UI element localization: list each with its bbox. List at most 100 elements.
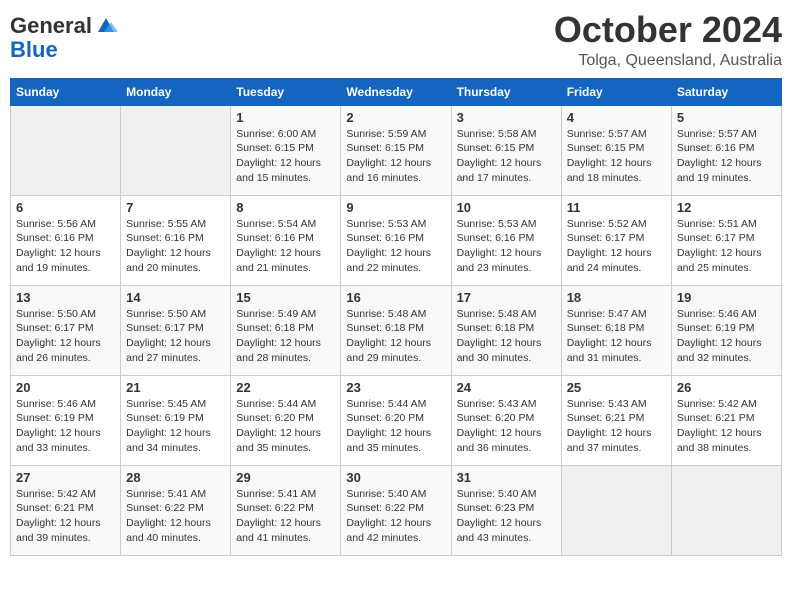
title-block: October 2024 Tolga, Queensland, Australi… [554, 10, 782, 70]
logo-general-text: General [10, 14, 92, 38]
day-info: Sunrise: 5:51 AMSunset: 6:17 PMDaylight:… [677, 217, 776, 276]
day-info: Sunrise: 5:55 AMSunset: 6:16 PMDaylight:… [126, 217, 225, 276]
calendar-cell: 21 Sunrise: 5:45 AMSunset: 6:19 PMDayligh… [121, 375, 231, 465]
calendar-cell: 23 Sunrise: 5:44 AMSunset: 6:20 PMDayligh… [341, 375, 451, 465]
day-number: 11 [567, 200, 666, 215]
day-info: Sunrise: 5:43 AMSunset: 6:21 PMDaylight:… [567, 397, 666, 456]
weekday-header: Saturday [671, 78, 781, 105]
day-info: Sunrise: 5:53 AMSunset: 6:16 PMDaylight:… [457, 217, 556, 276]
day-number: 2 [346, 110, 445, 125]
calendar-cell: 1 Sunrise: 6:00 AMSunset: 6:15 PMDaylight… [231, 105, 341, 195]
calendar-cell: 24Sunrise: 5:43 AMSunset: 6:20 PMDayligh… [451, 375, 561, 465]
calendar-cell: 15Sunrise: 5:49 AMSunset: 6:18 PMDayligh… [231, 285, 341, 375]
day-info: Sunrise: 5:44 AMSunset: 6:20 PMDaylight:… [236, 397, 335, 456]
calendar-cell: 31 Sunrise: 5:40 AMSunset: 6:23 PMDayligh… [451, 465, 561, 555]
day-info: Sunrise: 5:46 AMSunset: 6:19 PMDaylight:… [677, 307, 776, 366]
day-info: Sunrise: 5:52 AMSunset: 6:17 PMDaylight:… [567, 217, 666, 276]
calendar-week-row: 13Sunrise: 5:50 AMSunset: 6:17 PMDayligh… [11, 285, 782, 375]
day-number: 26 [677, 380, 776, 395]
weekday-header: Thursday [451, 78, 561, 105]
day-info: Sunrise: 5:48 AMSunset: 6:18 PMDaylight:… [346, 307, 445, 366]
calendar-cell: 13Sunrise: 5:50 AMSunset: 6:17 PMDayligh… [11, 285, 121, 375]
calendar-cell: 2 Sunrise: 5:59 AMSunset: 6:15 PMDaylight… [341, 105, 451, 195]
day-info: Sunrise: 5:54 AMSunset: 6:16 PMDaylight:… [236, 217, 335, 276]
calendar-cell: 29 Sunrise: 5:41 AMSunset: 6:22 PMDayligh… [231, 465, 341, 555]
day-number: 23 [346, 380, 445, 395]
calendar-cell: 28 Sunrise: 5:41 AMSunset: 6:22 PMDayligh… [121, 465, 231, 555]
weekday-header: Friday [561, 78, 671, 105]
day-info: Sunrise: 5:41 AMSunset: 6:22 PMDaylight:… [236, 487, 335, 546]
calendar-cell: 25 Sunrise: 5:43 AMSunset: 6:21 PMDayligh… [561, 375, 671, 465]
day-number: 25 [567, 380, 666, 395]
calendar-week-row: 20 Sunrise: 5:46 AMSunset: 6:19 PMDayligh… [11, 375, 782, 465]
day-number: 29 [236, 470, 335, 485]
calendar-cell [121, 105, 231, 195]
day-info: Sunrise: 6:00 AMSunset: 6:15 PMDaylight:… [236, 127, 335, 186]
calendar-cell [11, 105, 121, 195]
calendar-cell: 8 Sunrise: 5:54 AMSunset: 6:16 PMDaylight… [231, 195, 341, 285]
day-info: Sunrise: 5:57 AMSunset: 6:16 PMDaylight:… [677, 127, 776, 186]
day-info: Sunrise: 5:50 AMSunset: 6:17 PMDaylight:… [126, 307, 225, 366]
day-number: 22 [236, 380, 335, 395]
month-title: October 2024 [554, 10, 782, 50]
day-number: 12 [677, 200, 776, 215]
calendar-cell: 7 Sunrise: 5:55 AMSunset: 6:16 PMDaylight… [121, 195, 231, 285]
logo-icon [94, 14, 118, 38]
day-info: Sunrise: 5:58 AMSunset: 6:15 PMDaylight:… [457, 127, 556, 186]
day-info: Sunrise: 5:56 AMSunset: 6:16 PMDaylight:… [16, 217, 115, 276]
calendar-cell [561, 465, 671, 555]
day-info: Sunrise: 5:40 AMSunset: 6:22 PMDaylight:… [346, 487, 445, 546]
day-number: 28 [126, 470, 225, 485]
calendar-cell: 12 Sunrise: 5:51 AMSunset: 6:17 PMDayligh… [671, 195, 781, 285]
calendar-week-row: 6 Sunrise: 5:56 AMSunset: 6:16 PMDaylight… [11, 195, 782, 285]
location-title: Tolga, Queensland, Australia [554, 52, 782, 70]
calendar-cell: 3Sunrise: 5:58 AMSunset: 6:15 PMDaylight… [451, 105, 561, 195]
day-number: 9 [346, 200, 445, 215]
day-info: Sunrise: 5:45 AMSunset: 6:19 PMDaylight:… [126, 397, 225, 456]
day-info: Sunrise: 5:42 AMSunset: 6:21 PMDaylight:… [677, 397, 776, 456]
day-info: Sunrise: 5:46 AMSunset: 6:19 PMDaylight:… [16, 397, 115, 456]
day-number: 14 [126, 290, 225, 305]
weekday-header: Monday [121, 78, 231, 105]
day-number: 10 [457, 200, 556, 215]
day-info: Sunrise: 5:47 AMSunset: 6:18 PMDaylight:… [567, 307, 666, 366]
day-info: Sunrise: 5:50 AMSunset: 6:17 PMDaylight:… [16, 307, 115, 366]
day-number: 20 [16, 380, 115, 395]
day-number: 16 [346, 290, 445, 305]
day-info: Sunrise: 5:49 AMSunset: 6:18 PMDaylight:… [236, 307, 335, 366]
day-number: 1 [236, 110, 335, 125]
day-info: Sunrise: 5:57 AMSunset: 6:15 PMDaylight:… [567, 127, 666, 186]
day-number: 30 [346, 470, 445, 485]
day-number: 21 [126, 380, 225, 395]
day-number: 8 [236, 200, 335, 215]
calendar-cell: 30 Sunrise: 5:40 AMSunset: 6:22 PMDayligh… [341, 465, 451, 555]
day-info: Sunrise: 5:41 AMSunset: 6:22 PMDaylight:… [126, 487, 225, 546]
day-number: 17 [457, 290, 556, 305]
day-info: Sunrise: 5:40 AMSunset: 6:23 PMDaylight:… [457, 487, 556, 546]
day-number: 6 [16, 200, 115, 215]
day-number: 31 [457, 470, 556, 485]
calendar-week-row: 27Sunrise: 5:42 AMSunset: 6:21 PMDayligh… [11, 465, 782, 555]
calendar-cell: 16 Sunrise: 5:48 AMSunset: 6:18 PMDayligh… [341, 285, 451, 375]
day-number: 7 [126, 200, 225, 215]
day-number: 18 [567, 290, 666, 305]
calendar-cell: 26 Sunrise: 5:42 AMSunset: 6:21 PMDayligh… [671, 375, 781, 465]
day-info: Sunrise: 5:43 AMSunset: 6:20 PMDaylight:… [457, 397, 556, 456]
day-number: 4 [567, 110, 666, 125]
logo-blue-text: Blue [10, 38, 118, 62]
day-info: Sunrise: 5:53 AMSunset: 6:16 PMDaylight:… [346, 217, 445, 276]
calendar-cell [671, 465, 781, 555]
calendar-header-row: SundayMondayTuesdayWednesdayThursdayFrid… [11, 78, 782, 105]
calendar-cell: 19 Sunrise: 5:46 AMSunset: 6:19 PMDayligh… [671, 285, 781, 375]
day-info: Sunrise: 5:59 AMSunset: 6:15 PMDaylight:… [346, 127, 445, 186]
day-number: 19 [677, 290, 776, 305]
calendar-cell: 27Sunrise: 5:42 AMSunset: 6:21 PMDayligh… [11, 465, 121, 555]
calendar-cell: 5Sunrise: 5:57 AMSunset: 6:16 PMDaylight… [671, 105, 781, 195]
calendar-cell: 14 Sunrise: 5:50 AMSunset: 6:17 PMDayligh… [121, 285, 231, 375]
logo: General Blue [10, 14, 118, 62]
day-info: Sunrise: 5:44 AMSunset: 6:20 PMDaylight:… [346, 397, 445, 456]
weekday-header: Wednesday [341, 78, 451, 105]
page-header: General Blue October 2024 Tolga, Queensl… [10, 10, 782, 70]
calendar-cell: 6 Sunrise: 5:56 AMSunset: 6:16 PMDaylight… [11, 195, 121, 285]
calendar-cell: 11 Sunrise: 5:52 AMSunset: 6:17 PMDayligh… [561, 195, 671, 285]
